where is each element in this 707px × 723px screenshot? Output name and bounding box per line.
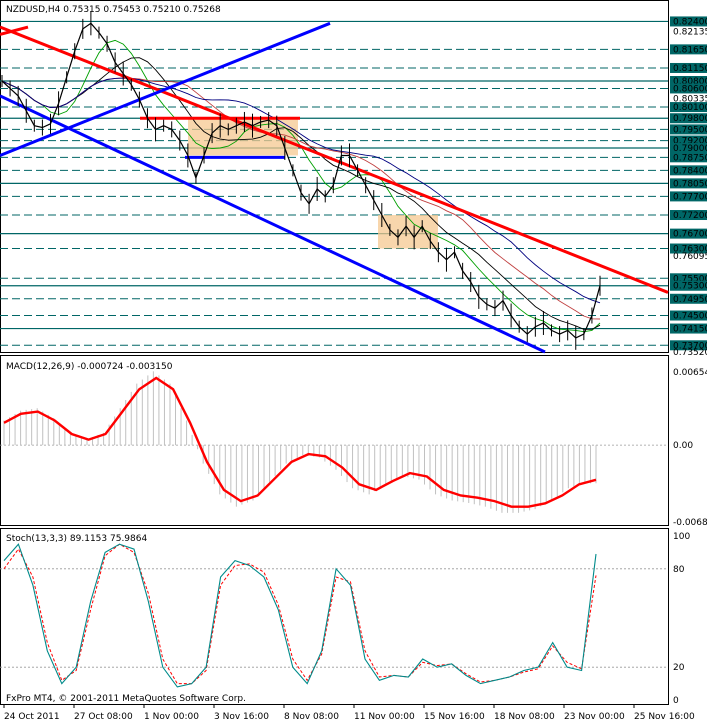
stoch-tick-label: 20	[673, 663, 685, 673]
stoch-title: Stoch(13,3,3) 89.1153 75.9864	[6, 534, 147, 544]
price-tick-label: 0.78750	[673, 153, 707, 163]
price-tick-label: 0.81150	[673, 64, 707, 74]
price-panel-frame	[0, 0, 669, 353]
macd-panel-frame	[0, 355, 669, 526]
price-axis-labels: 0.824000.821350.816500.811500.808000.806…	[670, 16, 707, 358]
time-tick-label: 11 Nov 00:00	[354, 712, 415, 722]
symbol-header: NZDUSD,H4 0.75315 0.75453 0.75210 0.7526…	[6, 5, 221, 15]
macd-tick-label: 0.00654	[673, 368, 707, 378]
price-tick-label: 0.82400	[673, 17, 707, 27]
price-tick-label: 0.74150	[673, 325, 707, 335]
stoch-tick-label: 100	[673, 532, 690, 542]
time-tick-label: 8 Nov 08:00	[284, 712, 339, 722]
price-tick-label: 0.80100	[673, 103, 707, 113]
time-tick-label: 15 Nov 16:00	[424, 712, 485, 722]
copyright-text: FxPro MT4, © 2001-2011 MetaQuotes Softwa…	[6, 694, 246, 704]
price-tick-label: 0.82135	[673, 27, 707, 37]
stoch-panel-frame	[0, 528, 669, 705]
price-tick-label: 0.78400	[673, 166, 707, 176]
chart-canvas: 0.824000.821350.816500.811500.808000.806…	[0, 0, 707, 722]
consolidation-box	[378, 215, 438, 249]
price-tick-label: 0.81650	[673, 45, 707, 55]
stochastic-axis-labels: 100 80 20 0	[673, 532, 690, 706]
time-tick-label: 24 Oct 2011	[4, 712, 60, 722]
macd-tick-label: 0.00	[673, 441, 693, 451]
time-tick-label: 18 Nov 08:00	[494, 712, 555, 722]
price-tick-label: 0.78050	[673, 179, 707, 189]
price-tick-label: 0.80600	[673, 84, 707, 94]
price-tick-label: 0.77200	[673, 211, 707, 221]
time-tick-label: 23 Nov 00:00	[564, 712, 625, 722]
macd-title: MACD(12,26,9) -0.000724 -0.003150	[6, 362, 173, 372]
price-tick-label: 0.75300	[673, 282, 707, 292]
time-tick-label: 1 Nov 00:00	[144, 712, 199, 722]
price-tick-label: 0.74500	[673, 312, 707, 322]
time-tick-label: 27 Oct 08:00	[74, 712, 133, 722]
stoch-tick-label: 80	[673, 565, 685, 575]
price-tick-label: 0.73520	[673, 348, 707, 358]
stoch-tick-label: 0	[673, 696, 679, 706]
time-tick-label: 25 Nov 16:00	[634, 712, 695, 722]
price-tick-label: 0.79800	[673, 114, 707, 124]
price-tick-label: 0.76700	[673, 230, 707, 240]
price-tick-label: 0.74950	[673, 295, 707, 305]
macd-tick-label: -0.00687	[673, 518, 707, 528]
time-tick-label: 3 Nov 16:00	[214, 712, 269, 722]
price-tick-label: 0.76095	[673, 252, 707, 262]
macd-axis-labels: 0.00654 0.00 -0.00687	[673, 368, 707, 528]
time-axis-labels: 24 Oct 2011 27 Oct 08:00 1 Nov 00:00 3 Nov …	[3, 704, 695, 722]
price-tick-label: 0.77700	[673, 192, 707, 202]
price-tick-label: 0.79500	[673, 125, 707, 135]
